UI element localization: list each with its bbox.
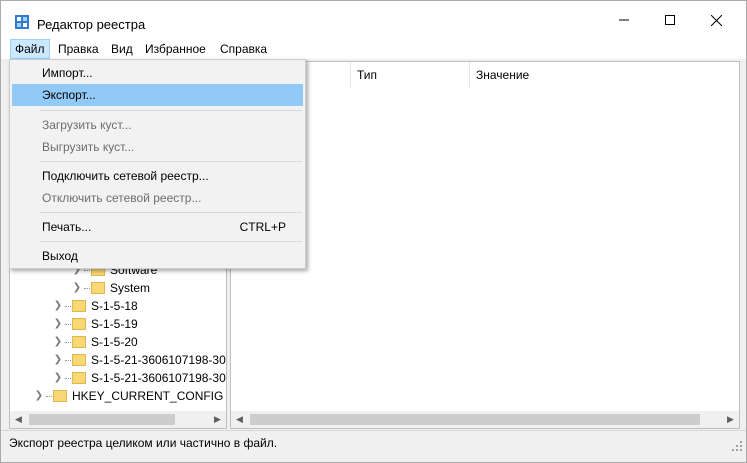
tree-connector bbox=[65, 324, 71, 325]
scroll-left-icon[interactable]: ◀ bbox=[231, 411, 248, 428]
menu-item-connect-network-registry[interactable]: Подключить сетевой реестр... bbox=[12, 165, 303, 187]
tree-node-s-1-5-21-a[interactable]: ❯ S-1-5-21-3606107198-302 bbox=[10, 351, 226, 369]
menu-file[interactable]: Файл bbox=[10, 39, 50, 59]
menu-item-label: Выход bbox=[42, 249, 78, 263]
expand-chevron-icon[interactable]: ❯ bbox=[34, 387, 44, 405]
menu-edit[interactable]: Правка bbox=[54, 40, 103, 58]
tree-horizontal-scrollbar[interactable]: ◀ ▶ bbox=[10, 411, 226, 428]
tree-connector bbox=[65, 342, 71, 343]
tree-node-s-1-5-19[interactable]: ❯ S-1-5-19 bbox=[10, 315, 226, 333]
window-title: Редактор реестра bbox=[37, 17, 146, 32]
scroll-left-icon[interactable]: ◀ bbox=[10, 411, 27, 428]
tree-connector bbox=[84, 288, 90, 289]
expand-chevron-icon[interactable]: ❯ bbox=[53, 297, 63, 315]
menu-item-label: Загрузить куст... bbox=[42, 118, 132, 132]
status-text: Экспорт реестра целиком или частично в ф… bbox=[9, 436, 278, 450]
scroll-right-icon[interactable]: ▶ bbox=[209, 411, 226, 428]
menu-item-disconnect-network-registry: Отключить сетевой реестр... bbox=[12, 187, 303, 209]
registry-app-icon bbox=[15, 15, 29, 29]
menu-item-load-hive: Загрузить куст... bbox=[12, 114, 303, 136]
menu-item-shortcut: CTRL+P bbox=[239, 220, 286, 234]
list-horizontal-scrollbar[interactable]: ◀ ▶ bbox=[231, 411, 739, 428]
menu-item-print[interactable]: Печать... CTRL+P bbox=[12, 216, 303, 238]
menu-item-label: Печать... bbox=[42, 220, 92, 234]
menu-item-label: Подключить сетевой реестр... bbox=[42, 169, 209, 183]
scrollbar-thumb[interactable] bbox=[250, 414, 700, 425]
tree-node-label: S-1-5-21-3606107198-302 bbox=[91, 371, 227, 385]
tree-node-hkey-current-config[interactable]: ❯ HKEY_CURRENT_CONFIG bbox=[10, 387, 226, 405]
tree-connector bbox=[65, 378, 71, 379]
tree-connector bbox=[65, 306, 71, 307]
minimize-button[interactable] bbox=[601, 1, 647, 39]
values-list-pane[interactable]: Тип Значение ◀ ▶ bbox=[230, 61, 740, 429]
registry-editor-window: Редактор реестра Файл Правка Вид Избранн… bbox=[0, 0, 747, 463]
folder-icon bbox=[72, 336, 86, 348]
menu-item-label: Импорт... bbox=[42, 66, 93, 80]
column-header-value[interactable]: Значение bbox=[470, 62, 739, 88]
folder-icon bbox=[72, 354, 86, 366]
expand-chevron-icon[interactable]: ❯ bbox=[53, 369, 63, 387]
resize-grip-icon[interactable] bbox=[732, 441, 742, 451]
tree-node-system[interactable]: ❯ System bbox=[10, 279, 226, 297]
menu-favorites[interactable]: Избранное bbox=[141, 40, 210, 58]
scrollbar-thumb[interactable] bbox=[29, 414, 175, 425]
menu-help[interactable]: Справка bbox=[216, 40, 271, 58]
folder-icon bbox=[53, 390, 67, 402]
tree-node-s-1-5-18[interactable]: ❯ S-1-5-18 bbox=[10, 297, 226, 315]
menu-bar: Файл Правка Вид Избранное Справка bbox=[1, 39, 746, 59]
menu-separator bbox=[40, 212, 302, 213]
menu-item-label: Отключить сетевой реестр... bbox=[42, 191, 202, 205]
tree-connector bbox=[65, 360, 71, 361]
tree-node-s-1-5-21-b[interactable]: ❯ S-1-5-21-3606107198-302 bbox=[10, 369, 226, 387]
tree-node-s-1-5-20[interactable]: ❯ S-1-5-20 bbox=[10, 333, 226, 351]
tree-node-label: S-1-5-20 bbox=[91, 335, 138, 349]
folder-icon bbox=[72, 372, 86, 384]
folder-icon bbox=[72, 300, 86, 312]
expand-chevron-icon[interactable]: ❯ bbox=[53, 315, 63, 333]
menu-item-unload-hive: Выгрузить куст... bbox=[12, 136, 303, 158]
menu-item-label: Экспорт... bbox=[42, 88, 96, 102]
folder-icon bbox=[72, 318, 86, 330]
folder-icon bbox=[91, 282, 105, 294]
tree-connector bbox=[84, 270, 90, 271]
column-header-type[interactable]: Тип bbox=[351, 62, 470, 88]
maximize-button[interactable] bbox=[647, 1, 693, 39]
title-bar: Редактор реестра bbox=[1, 1, 746, 39]
close-button[interactable] bbox=[693, 1, 739, 39]
menu-separator bbox=[40, 110, 302, 111]
menu-item-import[interactable]: Импорт... bbox=[12, 62, 303, 84]
minimize-icon bbox=[619, 19, 629, 21]
expand-chevron-icon[interactable]: ❯ bbox=[53, 333, 63, 351]
maximize-icon bbox=[665, 15, 675, 25]
status-bar: Экспорт реестра целиком или частично в ф… bbox=[1, 430, 746, 462]
close-icon bbox=[710, 14, 722, 26]
menu-separator bbox=[40, 241, 302, 242]
scroll-right-icon[interactable]: ▶ bbox=[722, 411, 739, 428]
expand-chevron-icon[interactable]: ❯ bbox=[72, 279, 82, 297]
menu-separator bbox=[40, 161, 302, 162]
tree-node-label: S-1-5-21-3606107198-302 bbox=[91, 353, 227, 367]
tree-node-label: System bbox=[110, 281, 151, 295]
expand-chevron-icon[interactable]: ❯ bbox=[53, 351, 63, 369]
tree-connector bbox=[46, 396, 52, 397]
file-menu-dropdown: Импорт... Экспорт... Загрузить куст... В… bbox=[9, 59, 306, 269]
tree-node-label: S-1-5-18 bbox=[91, 299, 138, 313]
menu-item-exit[interactable]: Выход bbox=[12, 245, 303, 267]
menu-view[interactable]: Вид bbox=[107, 40, 137, 58]
menu-item-label: Выгрузить куст... bbox=[42, 140, 135, 154]
menu-item-export[interactable]: Экспорт... bbox=[12, 84, 303, 106]
tree-node-label: HKEY_CURRENT_CONFIG bbox=[72, 389, 224, 403]
tree-node-label: S-1-5-19 bbox=[91, 317, 138, 331]
